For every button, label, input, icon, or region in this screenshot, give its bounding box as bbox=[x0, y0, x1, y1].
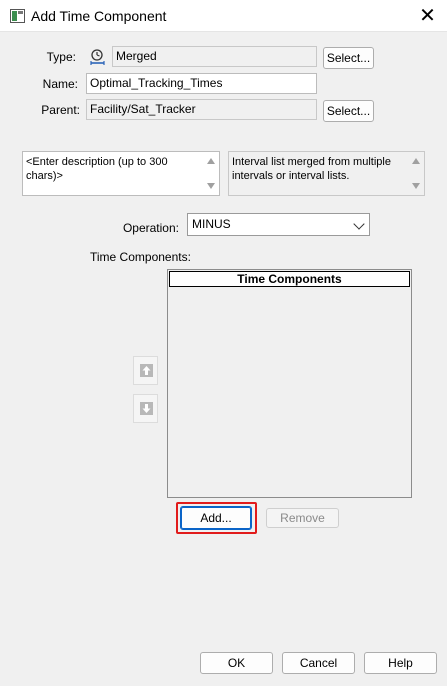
time-components-label: Time Components: bbox=[90, 250, 191, 264]
type-select-button[interactable]: Select... bbox=[323, 47, 374, 69]
description-text: <Enter description (up to 300 chars)> bbox=[26, 156, 168, 182]
help-button[interactable]: Help bbox=[364, 652, 437, 674]
operation-label: Operation: bbox=[122, 221, 179, 235]
scroll-down-arrow-icon[interactable] bbox=[207, 183, 215, 189]
parent-value-field: Facility/Sat_Tracker bbox=[86, 99, 317, 120]
chevron-down-icon bbox=[353, 218, 365, 230]
close-button[interactable]: ✕ bbox=[408, 0, 447, 32]
operation-selected-value: MINUS bbox=[192, 217, 231, 231]
type-value-field: Merged bbox=[112, 46, 317, 67]
ok-button[interactable]: OK bbox=[200, 652, 273, 674]
description-input[interactable]: <Enter description (up to 300 chars)> bbox=[22, 151, 220, 196]
scroll-down-arrow-icon[interactable] bbox=[412, 183, 420, 189]
app-icon bbox=[10, 9, 25, 23]
type-label: Type: bbox=[46, 50, 76, 64]
arrow-down-icon bbox=[140, 402, 153, 415]
description-scrollbar[interactable] bbox=[203, 152, 219, 195]
cancel-button[interactable]: Cancel bbox=[282, 652, 355, 674]
arrow-up-icon bbox=[140, 364, 153, 377]
scroll-up-arrow-icon[interactable] bbox=[412, 158, 420, 164]
parent-select-button[interactable]: Select... bbox=[323, 100, 374, 122]
remove-button[interactable]: Remove bbox=[266, 508, 339, 528]
info-scrollbar[interactable] bbox=[408, 152, 424, 195]
clock-icon bbox=[89, 48, 107, 66]
time-components-list[interactable]: Time Components bbox=[167, 269, 412, 498]
operation-select[interactable]: MINUS bbox=[187, 213, 370, 236]
window-title: Add Time Component bbox=[31, 8, 167, 24]
info-text: Interval list merged from multiple inter… bbox=[232, 156, 391, 182]
info-text-box: Interval list merged from multiple inter… bbox=[228, 151, 425, 196]
move-up-button[interactable] bbox=[133, 356, 158, 385]
move-down-button[interactable] bbox=[133, 394, 158, 423]
name-input[interactable]: Optimal_Tracking_Times bbox=[86, 73, 317, 94]
add-button[interactable]: Add... bbox=[180, 506, 252, 530]
time-components-column-header[interactable]: Time Components bbox=[169, 271, 410, 287]
parent-label: Parent: bbox=[41, 103, 80, 117]
name-label: Name: bbox=[42, 77, 78, 91]
scroll-up-arrow-icon[interactable] bbox=[207, 158, 215, 164]
